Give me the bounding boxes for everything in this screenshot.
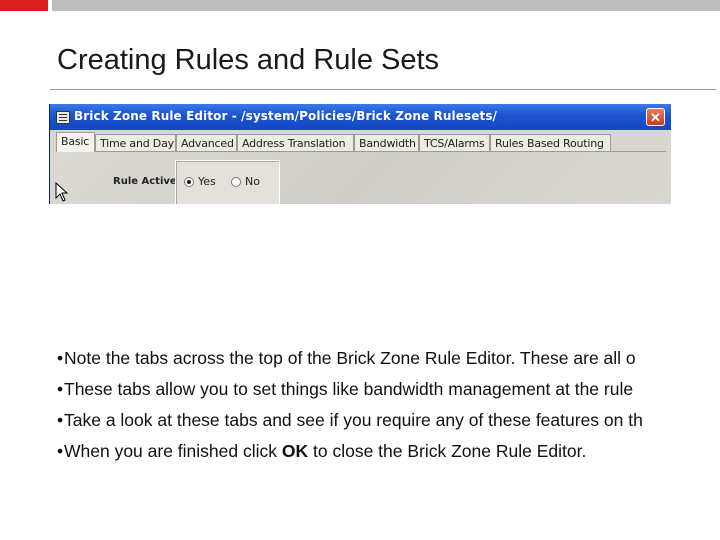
ok-emphasis: OK [281,441,309,461]
bullet-marker: • [57,379,64,399]
tab-rules-based-routing[interactable]: Rules Based Routing [490,134,611,151]
bullet-text: Note the tabs across the top of the Bric… [64,348,636,368]
tab-time-and-day[interactable]: Time and Day [95,134,176,151]
tab-basic[interactable]: Basic [56,132,95,152]
tab-strip: Basic Time and Day Advanced Address Tran… [56,132,666,152]
bullet-item: •These tabs allow you to set things like… [57,375,720,406]
top-accent-bar [0,0,48,11]
dialog-title: Brick Zone Rule Editor - /system/Policie… [74,109,498,123]
bullet-text: These tabs allow you to set things like … [64,379,634,399]
bullet-item: •When you are finished click OK to close… [57,437,720,468]
bullet-marker: • [57,348,64,368]
bullet-marker: • [57,410,64,430]
title-divider [50,89,716,90]
tab-tcs-alarms[interactable]: TCS/Alarms [419,134,490,151]
bullet-item: •Take a look at these tabs and see if yo… [57,406,720,437]
no-radio-label[interactable]: No [245,175,260,188]
bullet-list: •Note the tabs across the top of the Bri… [57,344,720,468]
yes-radio-label[interactable]: Yes [198,175,216,188]
yes-radio[interactable] [184,177,194,187]
close-button[interactable]: ✕ [646,108,665,126]
no-radio[interactable] [231,177,241,187]
top-gray-bar [52,0,720,11]
tab-bandwidth[interactable]: Bandwidth [354,134,419,151]
slide-title: Creating Rules and Rule Sets [57,44,440,76]
rule-editor-dialog: Brick Zone Rule Editor - /system/Policie… [49,104,671,204]
rule-active-label: Rule Active [113,176,177,187]
bullet-marker: • [57,441,64,461]
window-menu-icon[interactable] [56,111,70,124]
tab-advanced[interactable]: Advanced [176,134,237,151]
mouse-pointer-icon [55,182,69,202]
dialog-titlebar[interactable]: Brick Zone Rule Editor - /system/Policie… [50,104,671,130]
bullet-text: Take a look at these tabs and see if you… [64,410,643,430]
tab-address-translation[interactable]: Address Translation [237,134,354,151]
bullet-text-after: to close the Brick Zone Rule Editor. [308,441,587,461]
bullet-item: •Note the tabs across the top of the Bri… [57,344,720,375]
bullet-text-before: When you are finished click [64,441,282,461]
